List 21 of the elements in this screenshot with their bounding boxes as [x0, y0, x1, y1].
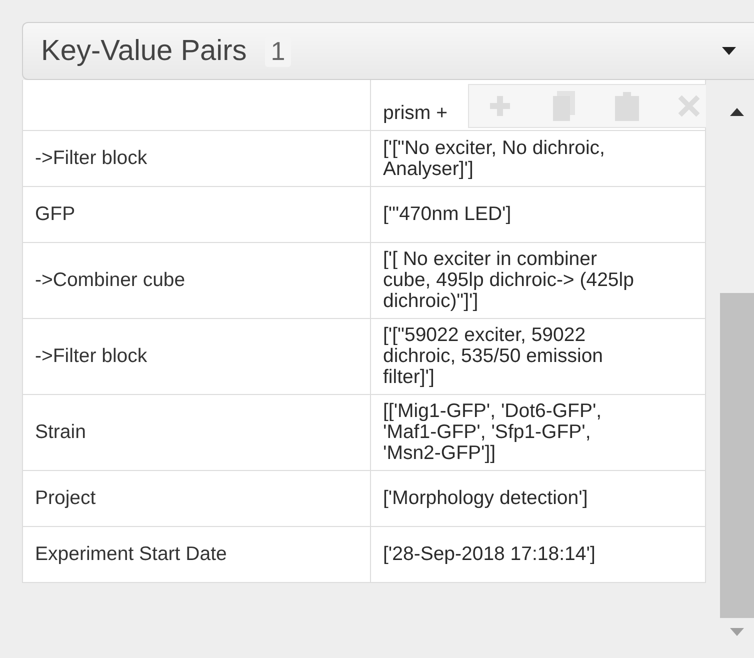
value-text: ['"470nm LED'] — [383, 203, 512, 225]
value-text: ['["59022 exciter, 59022 dichroic, 535/50 emission filter]'] — [383, 324, 604, 388]
panel-header[interactable]: Key-Value Pairs 1 — [22, 22, 754, 80]
key-cell: Experiment Start Date — [22, 526, 370, 582]
key-cell: ->Filter block — [22, 130, 370, 186]
scroll-up-icon[interactable] — [730, 108, 744, 116]
key-cell: ->Filter block — [22, 318, 370, 394]
value-text: [['Mig1-GFP', 'Dot6-GFP', 'Maf1-GFP', 'Sfp1-GFP', 'Msn2-GFP']] — [383, 400, 602, 464]
value-text: ['[ No exciter in combiner cube, 495lp dichroic-> (425lp dichroic)"]'] — [383, 248, 634, 312]
key-cell: ->Combiner cube — [22, 242, 370, 318]
caret-icon — [722, 47, 736, 55]
key-cell: GFP — [22, 186, 370, 242]
value-text: ['Morphology detection'] — [383, 487, 588, 509]
key-cell: Project — [22, 470, 370, 526]
value-text: prism + — [383, 102, 448, 124]
panel-title: Key-Value Pairs — [41, 34, 247, 68]
scroll-down-icon[interactable] — [730, 628, 744, 636]
value-text: ['["No exciter, No dichroic, Analyser]'] — [383, 136, 605, 180]
scroll-thumb[interactable] — [720, 293, 754, 618]
key-cell: Strain — [22, 394, 370, 470]
value-text: ['28-Sep-2018 17:18:14'] — [383, 543, 596, 565]
